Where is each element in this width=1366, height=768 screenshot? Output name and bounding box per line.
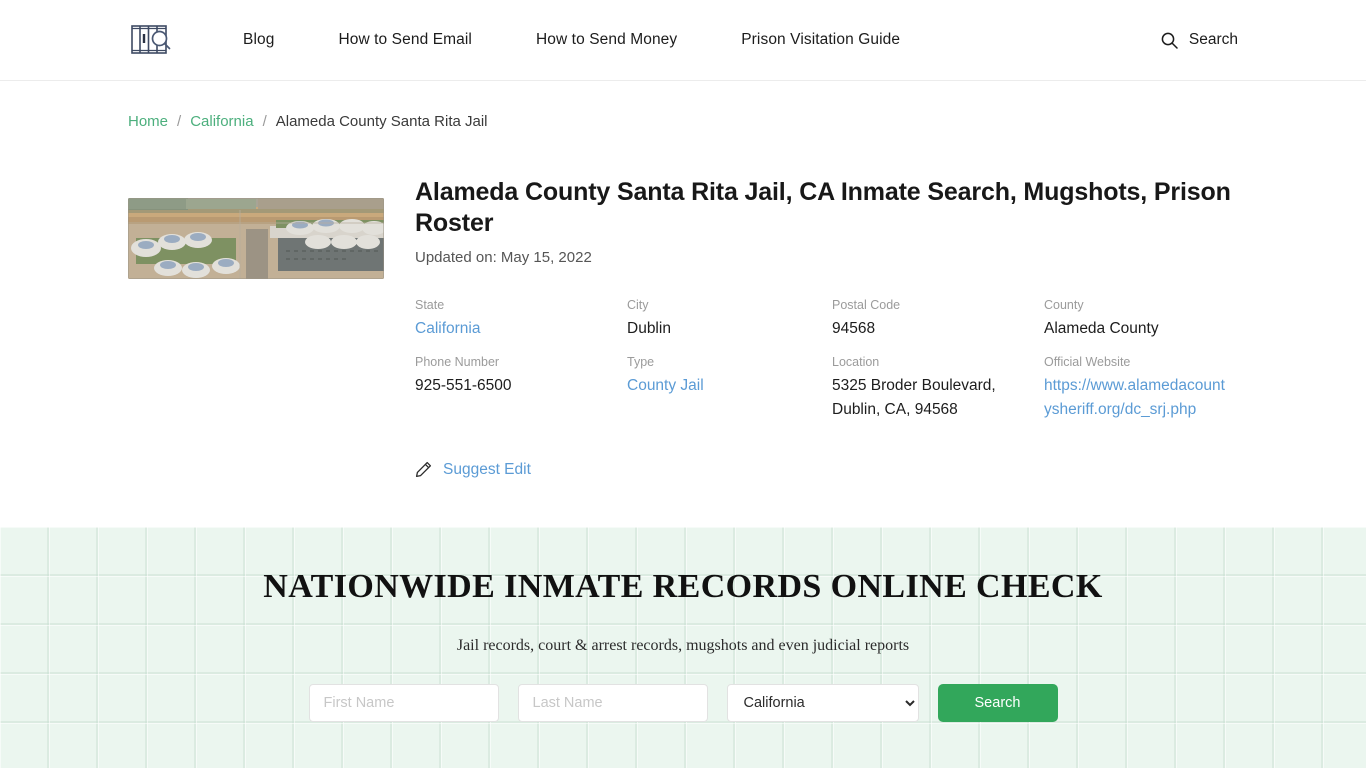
inmate-search-form: California Search [308,684,1058,723]
inmate-search-button[interactable]: Search [937,684,1058,723]
info-label-county: County [1044,297,1084,312]
info-field-state: State California [415,298,627,341]
breadcrumb: Home / California / Alameda County Santa… [0,81,1366,132]
main-nav: Blog How to Send Email How to Send Money… [212,31,932,49]
breadcrumb-item-california[interactable]: California [190,111,253,132]
info-field-postal-code: Postal Code 94568 [832,298,1044,341]
suggest-edit-label: Suggest Edit [443,460,531,478]
updated-date: Updated on: May 15, 2022 [415,248,592,266]
facility-photo-column [128,132,415,483]
nav-item-how-to-send-money[interactable]: How to Send Money [504,31,709,49]
nav-item-prison-visitation-guide[interactable]: Prison Visitation Guide [709,31,932,49]
info-value-city: Dublin [627,319,671,337]
nav-item-blog[interactable]: Blog [212,31,306,49]
breadcrumb-item-current: Alameda County Santa Rita Jail [275,113,488,130]
info-label-location: Location [832,354,880,369]
info-label-state: State [415,297,445,312]
first-name-input[interactable] [308,684,499,723]
breadcrumb-separator: / [177,113,182,130]
info-value-state[interactable]: California [415,317,601,341]
info-field-city: City Dublin [627,298,832,341]
info-field-location: Location 5325 Broder Boulevard, Dublin, … [832,355,1044,423]
breadcrumb-item-home[interactable]: Home [128,111,168,132]
info-value-type[interactable]: County Jail [627,374,813,398]
nationwide-search-band: NATIONWIDE INMATE RECORDS ONLINE CHECK J… [0,527,1366,768]
info-label-postal-code: Postal Code [832,297,901,312]
site-header: Blog How to Send Email How to Send Money… [0,0,1366,81]
state-select[interactable]: California [726,684,919,723]
info-value-county: Alameda County [1044,319,1159,337]
prison-bars-search-logo [131,25,171,54]
info-value-postal-code: 94568 [832,319,876,337]
suggest-edit-button[interactable]: Suggest Edit [415,461,531,479]
site-logo[interactable] [128,20,174,60]
header-search-label: Search [1188,31,1238,48]
info-field-county: County Alameda County [1044,298,1238,341]
nav-item-how-to-send-email[interactable]: How to Send Email [306,31,504,49]
info-label-phone-number: Phone Number [415,354,500,369]
info-field-phone-number: Phone Number 925-551-6500 [415,355,627,423]
facility-overview: Alameda County Santa Rita Jail, CA Inmat… [0,132,1366,483]
pencil-icon [415,462,432,478]
search-band-subtitle: Jail records, court & arrest records, mu… [456,637,910,655]
info-label-official-website: Official Website [1044,354,1131,369]
info-value-phone-number: 925-551-6500 [415,376,512,394]
page-title: Alameda County Santa Rita Jail, CA Inmat… [415,178,1231,238]
info-field-official-website: Official Website https://www.alamedacoun… [1044,355,1238,423]
info-value-location: 5325 Broder Boulevard, Dublin, CA, 94568 [832,376,996,419]
search-band-title: NATIONWIDE INMATE RECORDS ONLINE CHECK [263,568,1103,606]
breadcrumb-separator: / [262,113,267,130]
search-icon [1161,32,1178,49]
header-search-button[interactable]: Search [1161,31,1238,49]
info-label-city: City [627,297,649,312]
facility-info-grid: State California City Dublin Postal Code… [415,298,1238,423]
info-label-type: Type [627,354,655,369]
info-value-official-website[interactable]: https://www.alamedacountysheriff.org/dc_… [1044,374,1226,423]
facility-photo [128,198,384,279]
facility-info-column: Alameda County Santa Rita Jail, CA Inmat… [415,132,1238,483]
last-name-input[interactable] [517,684,708,723]
info-field-type: Type County Jail [627,355,832,423]
